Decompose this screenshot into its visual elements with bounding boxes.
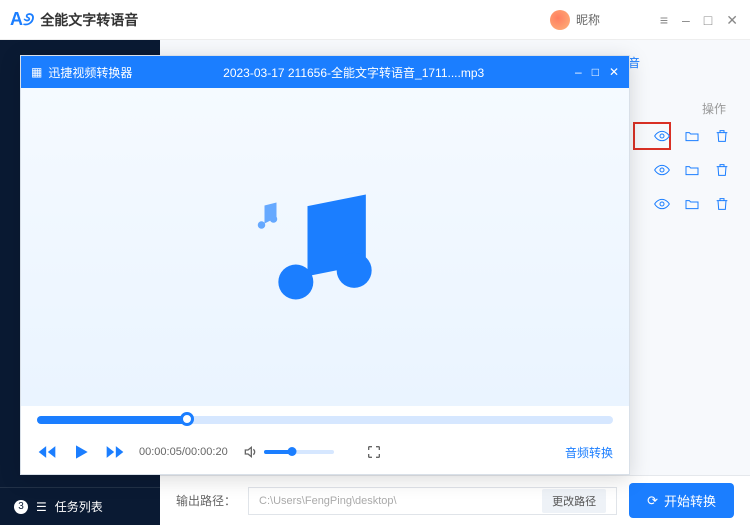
minimize-icon[interactable]: – [682, 12, 690, 29]
player-maximize-icon[interactable]: □ [592, 65, 599, 79]
app-logo: A୬ 全能文字转语音 [10, 9, 138, 30]
folder-icon[interactable] [684, 196, 700, 212]
forward-button[interactable] [105, 442, 125, 462]
list-icon: ☰ [36, 500, 47, 514]
action-rows [654, 128, 730, 212]
window-controls: ≡ – □ ✕ [660, 12, 738, 29]
player-app-name: ▦ 迅捷视频转换器 [31, 64, 132, 81]
output-path-value: C:\Users\FengPing\desktop\ [259, 495, 397, 507]
play-button[interactable] [71, 442, 91, 462]
volume-slider[interactable] [264, 450, 334, 454]
progress-bar[interactable] [37, 416, 613, 424]
fullscreen-icon[interactable] [366, 444, 382, 460]
app-title: 全能文字转语音 [40, 10, 138, 30]
main-titlebar: A୬ 全能文字转语音 昵称 ≡ – □ ✕ [0, 0, 750, 40]
player-app-icon: ▦ [31, 65, 42, 79]
maximize-icon[interactable]: □ [704, 12, 712, 29]
eye-icon[interactable] [654, 128, 670, 144]
player-file-title: 2023-03-17 211656-全能文字转语音_1711....mp3 [140, 64, 567, 81]
bottom-bar: 输出路径： C:\Users\FengPing\desktop\ 更改路径 ⟳ … [160, 475, 750, 525]
trash-icon[interactable] [714, 196, 730, 212]
player-titlebar: ▦ 迅捷视频转换器 2023-03-17 211656-全能文字转语音_1711… [21, 56, 629, 88]
folder-icon[interactable] [684, 162, 700, 178]
volume-control [242, 444, 334, 460]
audio-convert-link[interactable]: 音频转换 [565, 444, 613, 461]
time-display: 00:00:05/00:00:20 [139, 446, 228, 458]
output-path-label: 输出路径： [176, 492, 236, 509]
eye-icon[interactable] [654, 196, 670, 212]
tasklist-label: 任务列表 [55, 498, 103, 515]
change-path-button[interactable]: 更改路径 [542, 489, 606, 513]
progress-fill [37, 416, 187, 424]
column-header-operations: 操作 [702, 100, 726, 117]
user-nickname[interactable]: 昵称 [550, 10, 600, 30]
trash-icon[interactable] [714, 128, 730, 144]
player-window-controls: – □ ✕ [575, 65, 619, 79]
player-minimize-icon[interactable]: – [575, 65, 582, 79]
player-canvas [21, 88, 629, 406]
eye-icon[interactable] [654, 162, 670, 178]
folder-icon[interactable] [684, 128, 700, 144]
volume-thumb[interactable] [287, 447, 296, 456]
output-path-box: C:\Users\FengPing\desktop\ 更改路径 [248, 487, 617, 515]
start-convert-button[interactable]: ⟳ 开始转换 [629, 483, 734, 518]
table-row [654, 196, 730, 212]
player-app-label: 迅捷视频转换器 [48, 64, 132, 81]
sidebar-item-tasklist[interactable]: 3 ☰ 任务列表 [0, 487, 160, 525]
logo-icon: A୬ [10, 9, 34, 30]
menu-icon[interactable]: ≡ [660, 12, 668, 29]
table-row [654, 128, 730, 144]
player-close-icon[interactable]: ✕ [609, 65, 619, 79]
refresh-icon: ⟳ [647, 493, 658, 509]
close-icon[interactable]: ✕ [726, 12, 738, 29]
player-window: ▦ 迅捷视频转换器 2023-03-17 211656-全能文字转语音_1711… [20, 55, 630, 475]
progress-thumb[interactable] [180, 412, 194, 426]
task-count-badge: 3 [14, 500, 28, 514]
avatar-icon [550, 10, 570, 30]
nickname-label: 昵称 [576, 11, 600, 28]
player-controls: 00:00:05/00:00:20 音频转换 [21, 430, 629, 474]
volume-icon[interactable] [242, 444, 258, 460]
rewind-button[interactable] [37, 442, 57, 462]
start-convert-label: 开始转换 [664, 491, 716, 510]
small-music-note-icon [251, 198, 287, 234]
table-row [654, 162, 730, 178]
trash-icon[interactable] [714, 162, 730, 178]
